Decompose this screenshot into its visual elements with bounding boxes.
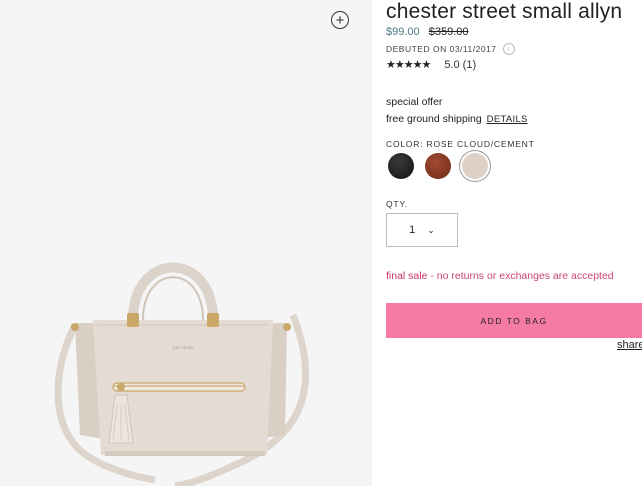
product-details: chester street small allyn $99.00 $359.0… (386, 0, 642, 486)
offer-line: free ground shipping DETAILS (386, 113, 528, 125)
debut-date: DEBUTED ON 03/11/2017 i (386, 43, 515, 55)
product-title: chester street small allyn (386, 0, 623, 23)
swatch-black[interactable] (388, 153, 414, 179)
swatch-brown[interactable] (425, 153, 451, 179)
rating-text: 5.0 (1) (444, 58, 477, 71)
price-row: $99.00 $359.00 (386, 26, 468, 38)
share-link[interactable]: share (617, 339, 642, 351)
zoom-icon[interactable]: + (331, 11, 349, 29)
final-sale-notice: final sale - no returns or exchanges are… (386, 270, 614, 282)
svg-text:kate spade: kate spade (173, 346, 195, 351)
sale-price: $99.00 (386, 26, 420, 38)
chevron-down-icon: ⌄ (427, 224, 435, 235)
color-label: COLOR: ROSE CLOUD/CEMENT (386, 139, 535, 149)
offer-details-link[interactable]: DETAILS (487, 114, 528, 125)
quantity-select[interactable]: 1 ⌄ (386, 213, 458, 247)
quantity-value: 1 (409, 224, 416, 236)
swatch-rose-cloud[interactable] (462, 153, 488, 179)
final-sale-label: final sale (386, 270, 428, 282)
star-rating-icon: ★★★★★ (386, 59, 431, 71)
debut-text: DEBUTED ON 03/11/2017 (386, 44, 497, 54)
final-sale-text: - no returns or exchanges are accepted (427, 270, 614, 282)
product-gallery: + kate spade (0, 0, 372, 486)
info-icon[interactable]: i (502, 43, 515, 55)
offer-text: free ground shipping (386, 113, 482, 125)
color-swatches (388, 153, 488, 179)
rating[interactable]: ★★★★★ 5.0 (1) (386, 58, 477, 72)
quantity-label: QTY. (386, 199, 408, 209)
add-to-bag-button[interactable]: ADD TO BAG (386, 303, 642, 338)
offer-title: special offer (386, 96, 443, 108)
product-image: kate spade (54, 262, 310, 486)
original-price: $359.00 (428, 26, 469, 38)
